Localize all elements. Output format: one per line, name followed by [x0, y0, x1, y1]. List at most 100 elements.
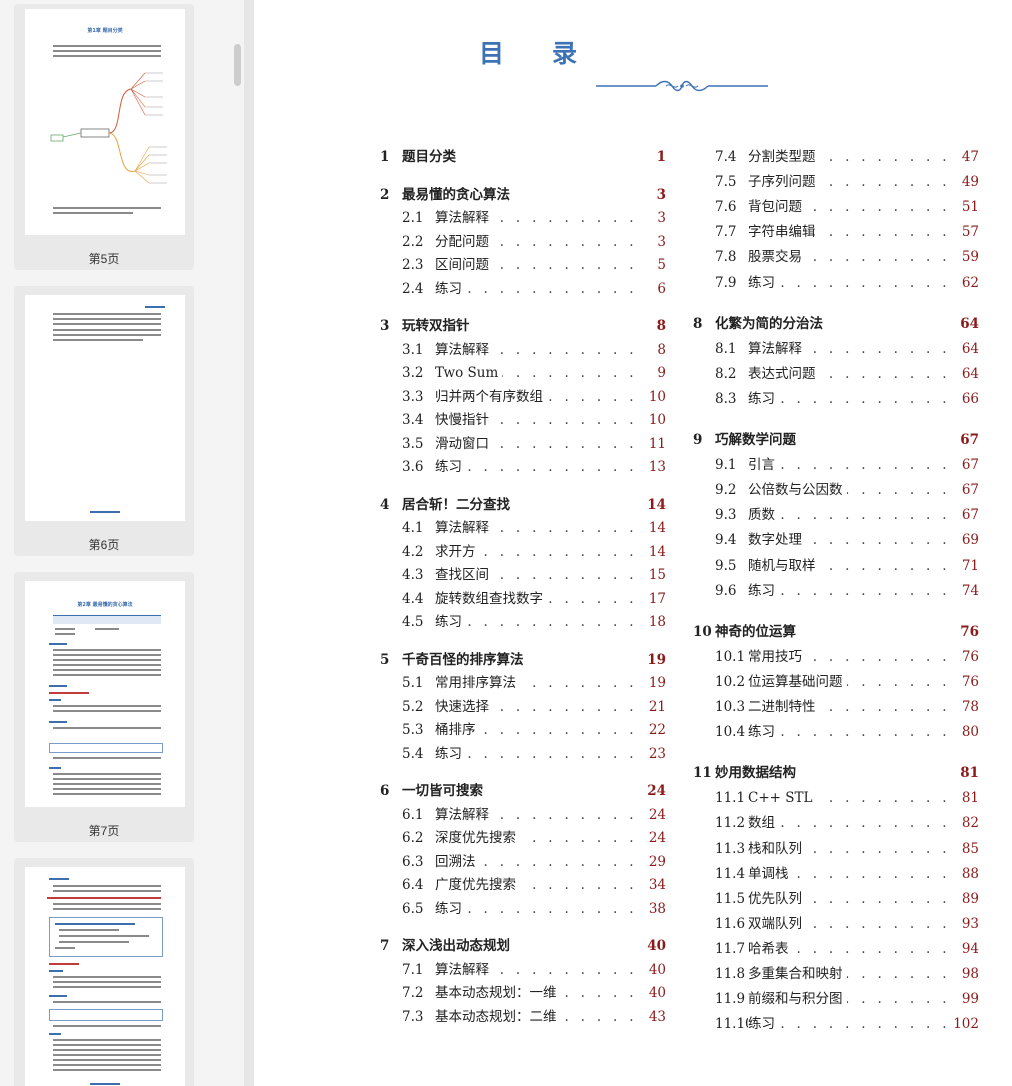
- toc-entry-page: 81: [958, 787, 979, 809]
- toc-section-entry[interactable]: 11.9 . . . . . . . . . . . . . . . . . .…: [693, 988, 979, 1010]
- toc-entry-title: 算法解释: [435, 804, 493, 826]
- toc-section-entry[interactable]: 11.1 . . . . . . . . . . . . . . . . . .…: [693, 787, 979, 809]
- toc-section-entry[interactable]: 6.5 . . . . . . . . . . . . . . . . . . …: [380, 898, 666, 920]
- sidebar-scrollbar[interactable]: [234, 44, 241, 86]
- toc-entry-page: 49: [958, 171, 979, 193]
- toc-section-entry[interactable]: 6.4 . . . . . . . . . . . . . . . . . . …: [380, 874, 666, 896]
- toc-section-entry[interactable]: 7.4 . . . . . . . . . . . . . . . . . . …: [693, 146, 979, 168]
- toc-section-entry[interactable]: 7.2 . . . . . . . . . . . . . . . . . . …: [380, 982, 666, 1004]
- toc-section-entry[interactable]: 5.2 . . . . . . . . . . . . . . . . . . …: [380, 696, 666, 718]
- toc-section-entry[interactable]: 9.5 . . . . . . . . . . . . . . . . . . …: [693, 555, 979, 577]
- toc-chapter-entry[interactable]: 10 神奇的位运算 76: [693, 621, 979, 643]
- toc-section-entry[interactable]: 6.1 . . . . . . . . . . . . . . . . . . …: [380, 804, 666, 826]
- toc-entry-number: 10.3: [715, 699, 746, 715]
- toc-section-entry[interactable]: 2.1 . . . . . . . . . . . . . . . . . . …: [380, 207, 666, 229]
- toc-entry-title: 练习: [435, 611, 466, 633]
- toc-section-entry[interactable]: 11.2 . . . . . . . . . . . . . . . . . .…: [693, 812, 979, 834]
- toc-entry-title: 前缀和与积分图: [748, 988, 847, 1010]
- toc-section-entry[interactable]: 3.2 . . . . . . . . . . . . . . . . . . …: [380, 362, 666, 384]
- toc-section-entry[interactable]: 3.1 . . . . . . . . . . . . . . . . . . …: [380, 339, 666, 361]
- toc-entry-page: 64: [957, 313, 979, 335]
- toc-section-entry[interactable]: 4.1 . . . . . . . . . . . . . . . . . . …: [380, 517, 666, 539]
- toc-section-entry[interactable]: 7.8 . . . . . . . . . . . . . . . . . . …: [693, 246, 979, 268]
- toc-section-entry[interactable]: 3.5 . . . . . . . . . . . . . . . . . . …: [380, 433, 666, 455]
- toc-section-entry[interactable]: 10.3 . . . . . . . . . . . . . . . . . .…: [693, 696, 979, 718]
- thumbnail-page-6[interactable]: 第6页: [14, 286, 194, 556]
- toc-section-entry[interactable]: 6.2 . . . . . . . . . . . . . . . . . . …: [380, 827, 666, 849]
- toc-entry-number: 9: [693, 432, 703, 448]
- thumbnail-image: 第2章 最易懂的贪心算法: [25, 581, 185, 807]
- toc-entry-title: 滑动窗口: [435, 433, 493, 455]
- toc-section-entry[interactable]: 8.3 . . . . . . . . . . . . . . . . . . …: [693, 388, 979, 410]
- toc-section-entry[interactable]: 3.3 . . . . . . . . . . . . . . . . . . …: [380, 386, 666, 408]
- toc-entry-title: 练习: [748, 721, 779, 743]
- toc-section-entry[interactable]: 3.6 . . . . . . . . . . . . . . . . . . …: [380, 456, 666, 478]
- toc-chapter-entry[interactable]: 7 深入浅出动态规划 40: [380, 935, 666, 957]
- toc-section-entry[interactable]: 3.4 . . . . . . . . . . . . . . . . . . …: [380, 409, 666, 431]
- toc-section-entry[interactable]: 4.2 . . . . . . . . . . . . . . . . . . …: [380, 541, 666, 563]
- toc-section-entry[interactable]: 11.4 . . . . . . . . . . . . . . . . . .…: [693, 863, 979, 885]
- toc-section-entry[interactable]: 8.2 . . . . . . . . . . . . . . . . . . …: [693, 363, 979, 385]
- toc-section-entry[interactable]: 7.9 . . . . . . . . . . . . . . . . . . …: [693, 272, 979, 294]
- toc-entry-page: 40: [644, 935, 666, 957]
- toc-section-entry[interactable]: 8.1 . . . . . . . . . . . . . . . . . . …: [693, 338, 979, 360]
- toc-chapter-entry[interactable]: 1 题目分类 1: [380, 146, 666, 168]
- toc-section-entry[interactable]: 7.6 . . . . . . . . . . . . . . . . . . …: [693, 196, 979, 218]
- toc-section-entry[interactable]: 11.5 . . . . . . . . . . . . . . . . . .…: [693, 888, 979, 910]
- toc-section-entry[interactable]: 2.2 . . . . . . . . . . . . . . . . . . …: [380, 231, 666, 253]
- toc-section-entry[interactable]: 9.2 . . . . . . . . . . . . . . . . . . …: [693, 479, 979, 501]
- toc-section-entry[interactable]: 11.7 . . . . . . . . . . . . . . . . . .…: [693, 938, 979, 960]
- toc-section-entry[interactable]: 11.8 . . . . . . . . . . . . . . . . . .…: [693, 963, 979, 985]
- toc-entry-page: 81: [957, 762, 979, 784]
- toc-section-entry[interactable]: 7.7 . . . . . . . . . . . . . . . . . . …: [693, 221, 979, 243]
- toc-section-entry[interactable]: 11.6 . . . . . . . . . . . . . . . . . .…: [693, 913, 979, 935]
- thumbnail-page-7[interactable]: 第2章 最易懂的贪心算法 第7页: [14, 572, 194, 842]
- toc-entry-page: 24: [644, 780, 666, 802]
- toc-chapter-entry[interactable]: 5 千奇百怪的排序算法 19: [380, 649, 666, 671]
- toc-chapter-entry[interactable]: 8 化繁为简的分治法 64: [693, 313, 979, 335]
- toc-entry-page: 1: [653, 146, 666, 168]
- toc-section-entry[interactable]: 9.6 . . . . . . . . . . . . . . . . . . …: [693, 580, 979, 602]
- toc-chapter-entry[interactable]: 2 最易懂的贪心算法 3: [380, 184, 666, 206]
- toc-entry-number: 3.4: [402, 412, 424, 428]
- toc-section-entry[interactable]: 7.1 . . . . . . . . . . . . . . . . . . …: [380, 959, 666, 981]
- toc-entry-title: 最易懂的贪心算法: [402, 184, 514, 206]
- toc-section-entry[interactable]: 5.1 . . . . . . . . . . . . . . . . . . …: [380, 672, 666, 694]
- toc-section-entry[interactable]: 9.1 . . . . . . . . . . . . . . . . . . …: [693, 454, 979, 476]
- toc-entry-title: 引言: [748, 454, 779, 476]
- toc-section-entry[interactable]: 11.3 . . . . . . . . . . . . . . . . . .…: [693, 838, 979, 860]
- toc-entry-title: 巧解数学问题: [715, 429, 800, 451]
- toc-chapter-entry[interactable]: 3 玩转双指针 8: [380, 315, 666, 337]
- toc-chapter-entry[interactable]: 4 居合斩！二分查找 14: [380, 494, 666, 516]
- thumbnail-page-8[interactable]: [14, 858, 194, 1086]
- sidebar-divider[interactable]: [244, 0, 254, 1086]
- toc-section-entry[interactable]: 10.2 . . . . . . . . . . . . . . . . . .…: [693, 671, 979, 693]
- toc-section-entry[interactable]: 5.4 . . . . . . . . . . . . . . . . . . …: [380, 743, 666, 765]
- toc-section-entry[interactable]: 4.4 . . . . . . . . . . . . . . . . . . …: [380, 588, 666, 610]
- toc-chapter-entry[interactable]: 11 妙用数据结构 81: [693, 762, 979, 784]
- toc-entry-page: 67: [958, 454, 979, 476]
- toc-chapter-entry[interactable]: 6 一切皆可搜索 24: [380, 780, 666, 802]
- toc-entry-title: 快慢指针: [435, 409, 493, 431]
- toc-entry-page: 59: [958, 246, 979, 268]
- toc-section-entry[interactable]: 4.5 . . . . . . . . . . . . . . . . . . …: [380, 611, 666, 633]
- toc-section-entry[interactable]: 9.4 . . . . . . . . . . . . . . . . . . …: [693, 529, 979, 551]
- toc-section-entry[interactable]: 5.3 . . . . . . . . . . . . . . . . . . …: [380, 719, 666, 741]
- toc-chapter-entry[interactable]: 9 巧解数学问题 67: [693, 429, 979, 451]
- toc-section-entry[interactable]: 11.10 . . . . . . . . . . . . . . . . . …: [693, 1013, 979, 1035]
- toc-section-entry[interactable]: 10.4 . . . . . . . . . . . . . . . . . .…: [693, 721, 979, 743]
- toc-entry-number: 8: [693, 316, 703, 332]
- toc-section-entry[interactable]: 4.3 . . . . . . . . . . . . . . . . . . …: [380, 564, 666, 586]
- toc-section-entry[interactable]: 10.1 . . . . . . . . . . . . . . . . . .…: [693, 646, 979, 668]
- thumbnail-heading: 第1章 题目分类: [87, 28, 123, 34]
- toc-section-entry[interactable]: 2.4 . . . . . . . . . . . . . . . . . . …: [380, 278, 666, 300]
- toc-entry-number: 2.2: [402, 234, 424, 250]
- toc-section-entry[interactable]: 7.3 . . . . . . . . . . . . . . . . . . …: [380, 1006, 666, 1028]
- toc-entry-number: 4.1: [402, 520, 424, 536]
- toc-section-entry[interactable]: 2.3 . . . . . . . . . . . . . . . . . . …: [380, 254, 666, 276]
- thumbnail-page-5[interactable]: 第1章 题目分类 第5页: [14, 4, 194, 270]
- toc-section-entry[interactable]: 6.3 . . . . . . . . . . . . . . . . . . …: [380, 851, 666, 873]
- toc-section-entry[interactable]: 7.5 . . . . . . . . . . . . . . . . . . …: [693, 171, 979, 193]
- toc-section-entry[interactable]: 9.3 . . . . . . . . . . . . . . . . . . …: [693, 504, 979, 526]
- toc-entry-number: 5.4: [402, 746, 424, 762]
